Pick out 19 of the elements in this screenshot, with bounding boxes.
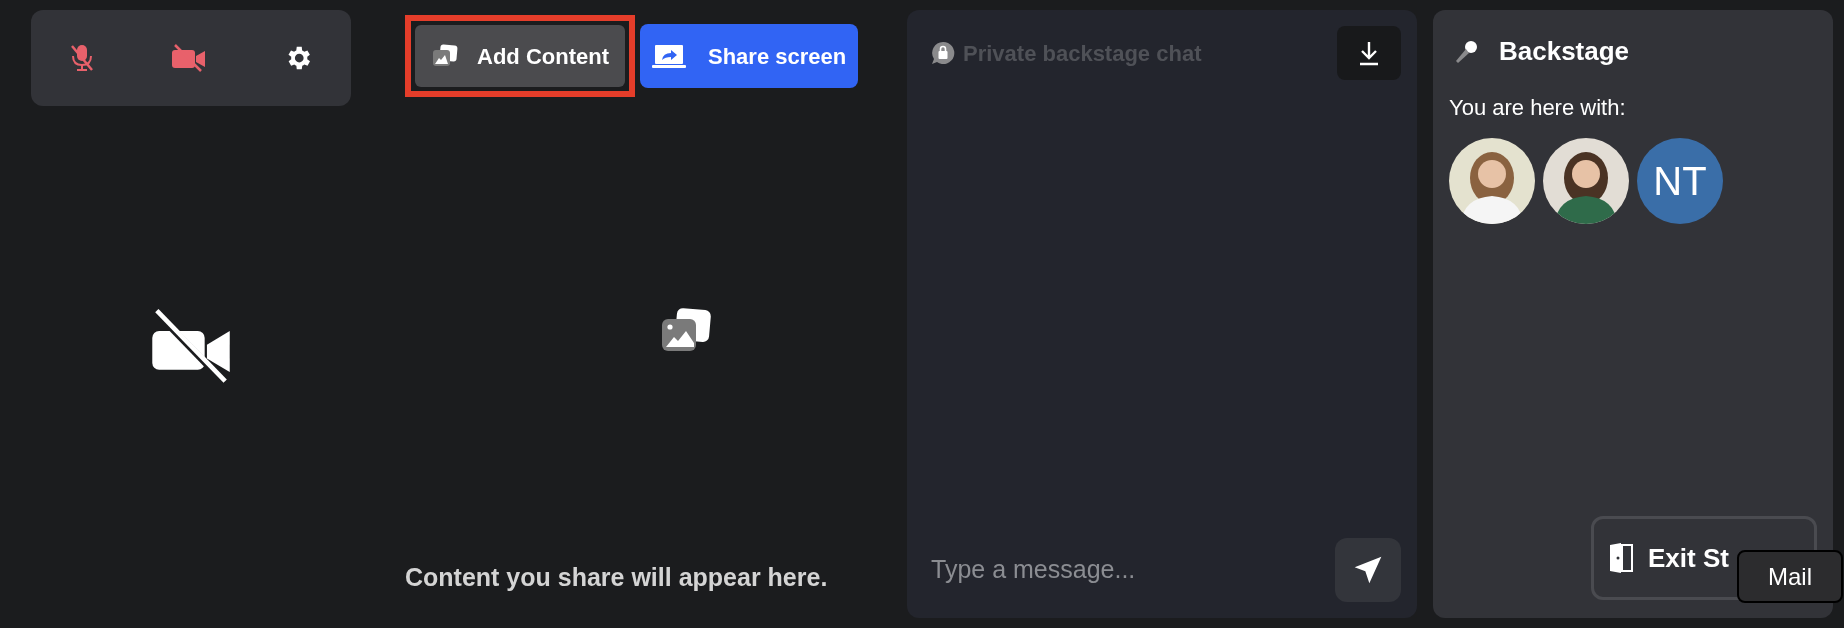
empty-state-text: Content you share will appear here.: [405, 561, 829, 593]
message-input[interactable]: Type a message...: [931, 551, 1335, 589]
avatar: NT: [1637, 138, 1723, 224]
send-button[interactable]: [1335, 538, 1401, 602]
download-icon: [1358, 40, 1380, 66]
door-icon: [1608, 542, 1634, 574]
download-button[interactable]: [1337, 26, 1401, 80]
add-content-button[interactable]: Add Content: [415, 25, 625, 87]
lock-chat-icon: [931, 41, 955, 65]
camera-off-icon[interactable]: [171, 43, 207, 73]
subtitle: You are here with:: [1449, 94, 1627, 122]
muted-microphone-icon[interactable]: [69, 43, 95, 73]
share-screen-button[interactable]: Share screen: [639, 24, 859, 88]
screen-share-icon: [651, 43, 686, 69]
tooltip: Mail: [1737, 550, 1843, 603]
microphone-icon: [1453, 38, 1479, 65]
images-icon: [431, 44, 459, 68]
send-icon: [1352, 554, 1384, 586]
panel-title: Backstage: [1499, 35, 1630, 68]
